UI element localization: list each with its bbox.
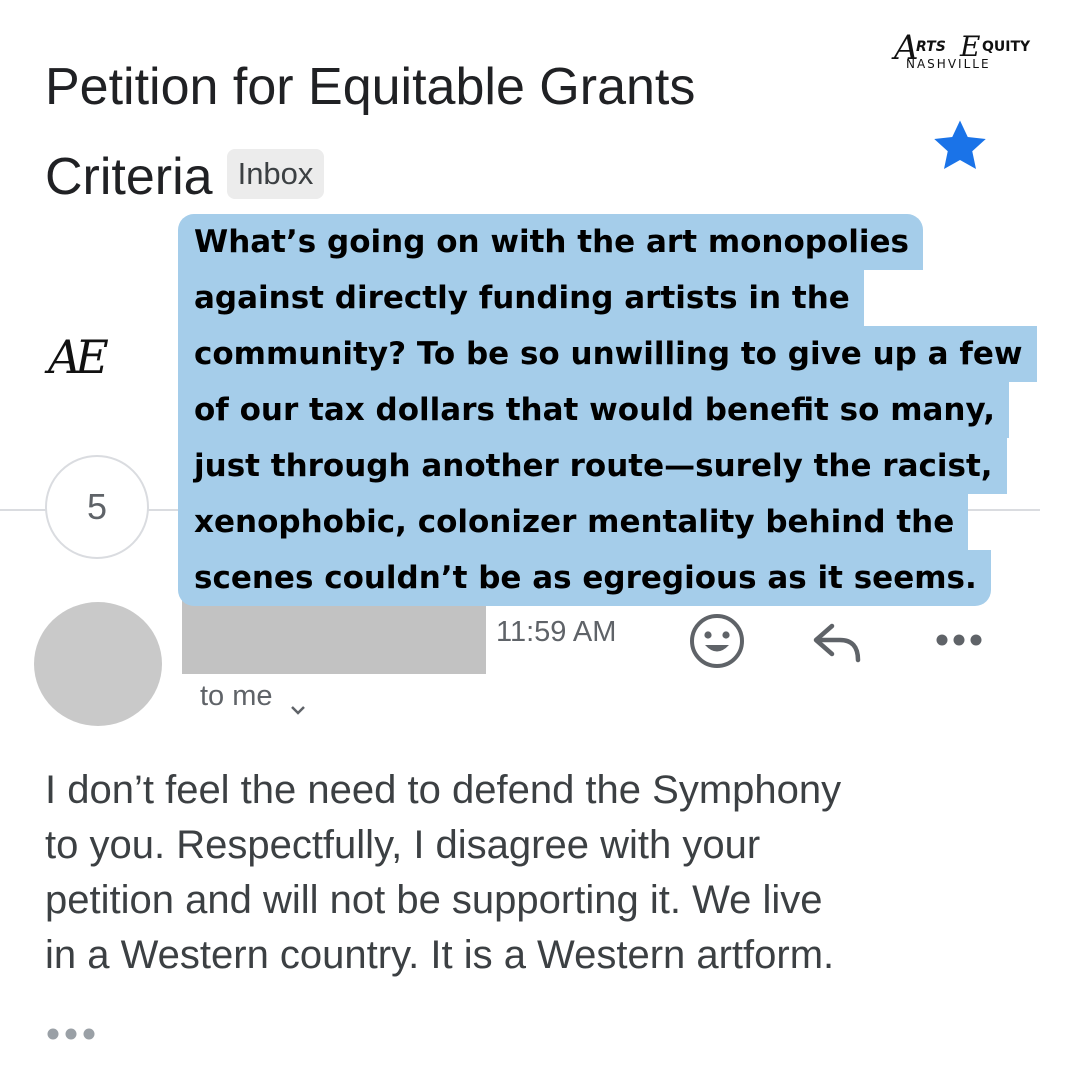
chevron-down-icon: [289, 690, 307, 716]
body-line: to you. Respectfully, I disagree with yo…: [45, 823, 761, 867]
quote-line: just through another route—surely the ra…: [178, 438, 1078, 494]
more-icon[interactable]: [934, 628, 984, 652]
quote-line: What’s going on with the art monopolies: [178, 214, 1078, 270]
sender-name-redacted: [182, 596, 486, 674]
arts-equity-logo: A RTS E QUITY NASHVILLE: [892, 28, 1042, 78]
logo-city: NASHVILLE: [906, 57, 991, 71]
message-time: 11:59 AM: [496, 616, 617, 648]
body-line: in a Western country. It is a Western ar…: [45, 933, 835, 977]
quote-line: community? To be so unwilling to give up…: [178, 326, 1078, 382]
star-icon[interactable]: [930, 116, 990, 176]
monogram-logo: AE: [48, 330, 109, 384]
body-line: I don’t feel the need to defend the Symp…: [45, 768, 842, 812]
quote-line: against directly funding artists in the: [178, 270, 1078, 326]
quote-line: of our tax dollars that would benefit so…: [178, 382, 1078, 438]
subject-line-1: Petition for Equitable Grants: [45, 58, 696, 116]
recipient-details-toggle[interactable]: to me: [200, 678, 307, 716]
recipient-label: to me: [200, 680, 273, 712]
reply-icon[interactable]: [810, 620, 866, 668]
emoji-icon[interactable]: [688, 612, 746, 670]
email-subject: Petition for Equitable Grants Criteria In…: [45, 42, 865, 222]
logo-quity: QUITY: [982, 39, 1031, 55]
quote-line: xenophobic, colonizer mentality behind t…: [178, 494, 1078, 550]
subject-line-2: Criteria: [45, 148, 213, 206]
inbox-label-chip[interactable]: Inbox: [226, 149, 325, 200]
quote-line: scenes couldn’t be as egregious as it se…: [178, 550, 1078, 606]
body-line: petition and will not be supporting it. …: [45, 878, 823, 922]
message-body: I don’t feel the need to defend the Symp…: [45, 763, 1025, 983]
show-trimmed-content-icon[interactable]: [45, 1022, 97, 1046]
collapsed-messages-count[interactable]: 5: [45, 455, 149, 559]
logo-arts: RTS: [916, 39, 946, 55]
sender-avatar[interactable]: [34, 602, 162, 726]
highlighted-quote-overlay: What’s going on with the art monopolies …: [178, 214, 1078, 606]
